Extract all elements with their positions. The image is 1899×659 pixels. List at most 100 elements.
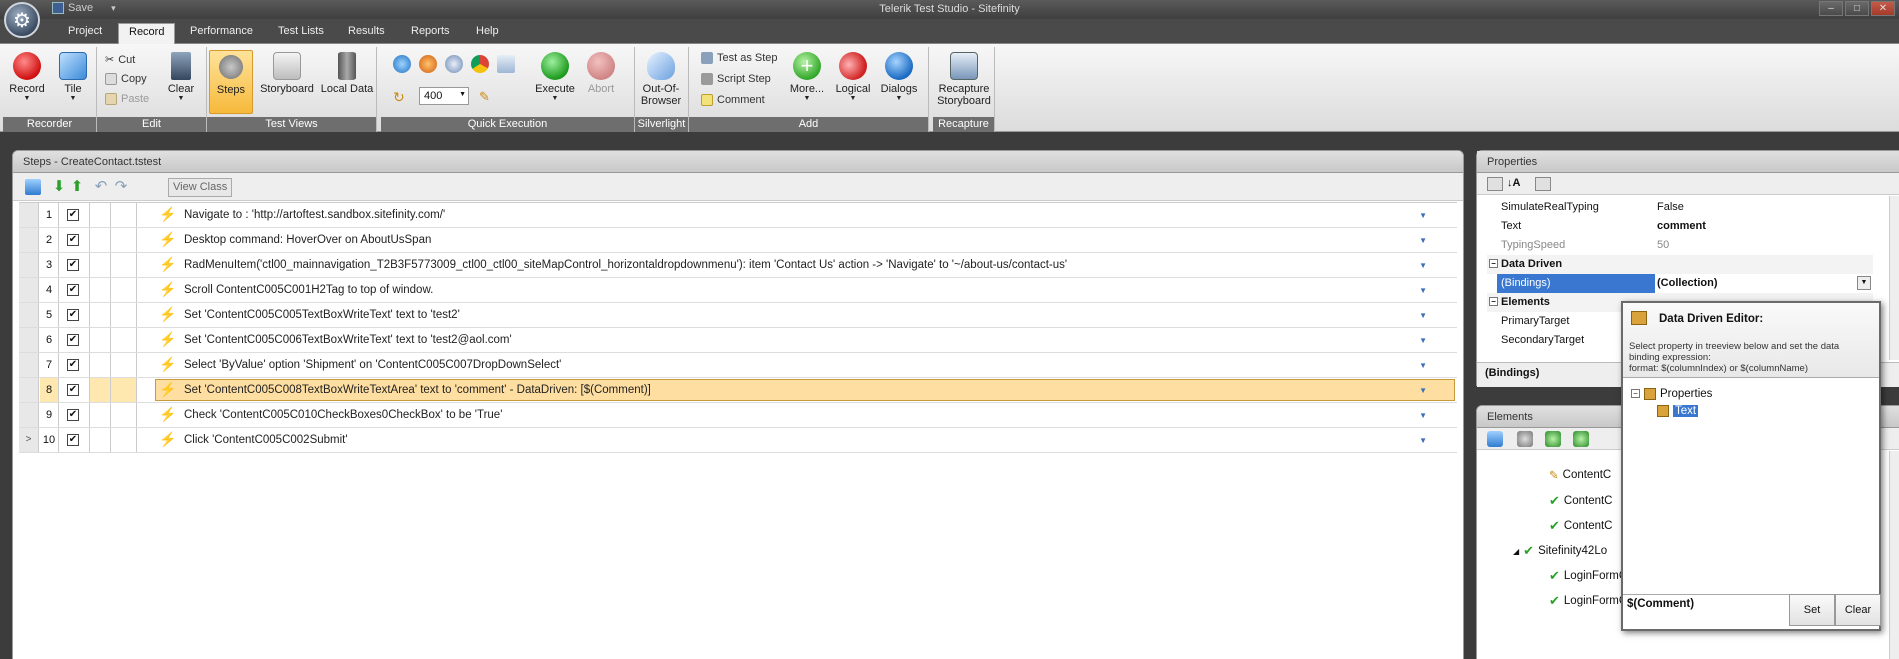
set-button[interactable]: Set — [1789, 594, 1835, 626]
step-enabled-checkbox[interactable]: ✔ — [67, 384, 79, 396]
out-of-browser-button[interactable]: Out-Of- Browser — [639, 50, 683, 107]
dialogs-button[interactable]: Dialogs ▼ — [877, 50, 921, 102]
step-row-selected[interactable]: 8 ✔ ⚡ Set 'ContentC005C008TextBoxWriteTe… — [19, 378, 1457, 403]
firefox-browser-button[interactable] — [419, 55, 437, 73]
collapse-icon[interactable]: − — [1489, 297, 1498, 306]
property-value[interactable]: (Collection) — [1657, 277, 1718, 289]
row-selector[interactable] — [19, 278, 39, 302]
chevron-down-icon[interactable]: ▼ — [1419, 411, 1427, 420]
property-pages-icon[interactable] — [1535, 177, 1551, 191]
row-selector[interactable] — [19, 253, 39, 277]
abort-button[interactable]: Abort — [579, 50, 623, 95]
move-up-icon[interactable]: ⬆ — [69, 179, 85, 195]
row-selector[interactable] — [19, 303, 39, 327]
speed-input[interactable]: 400 ▼ — [419, 87, 469, 105]
element-group[interactable]: ◢ ✔ Sitefinity42Lo — [1513, 543, 1607, 559]
step-enabled-checkbox[interactable]: ✔ — [67, 309, 79, 321]
row-selector[interactable] — [19, 403, 39, 427]
close-button[interactable]: ✕ — [1871, 1, 1895, 16]
comment-button[interactable]: Comment — [701, 94, 765, 106]
tab-project[interactable]: Project — [68, 25, 102, 37]
chevron-down-icon[interactable]: ▼ — [459, 91, 466, 98]
recapture-storyboard-button[interactable]: Recapture Storyboard — [935, 50, 993, 107]
step-row[interactable]: 9 ✔ ⚡ Check 'ContentC005C010CheckBoxes0C… — [19, 403, 1457, 428]
chrome-browser-button[interactable] — [471, 55, 489, 73]
step-row[interactable]: 4 ✔ ⚡ Scroll ContentC005C001H2Tag to top… — [19, 278, 1457, 303]
storyboard-button[interactable]: Storyboard — [259, 50, 315, 95]
binding-expression-input[interactable]: $(Comment) — [1623, 594, 1789, 626]
more-button[interactable]: + More... ▼ — [785, 50, 829, 102]
steps-view-button[interactable]: Steps — [209, 50, 253, 114]
step-row[interactable]: 5 ✔ ⚡ Set 'ContentC005C005TextBoxWriteTe… — [19, 303, 1457, 328]
sort-alpha-icon[interactable]: ↓A — [1507, 177, 1523, 191]
step-enabled-checkbox[interactable]: ✔ — [67, 334, 79, 346]
property-value[interactable]: comment — [1657, 220, 1706, 232]
properties-scrollbar[interactable] — [1889, 196, 1899, 360]
refresh-icon[interactable] — [1545, 431, 1561, 447]
bindings-row[interactable]: (Bindings) (Collection) ▼ — [1487, 274, 1873, 293]
copy-button[interactable]: Copy — [105, 73, 147, 85]
chevron-down-icon[interactable]: ▼ — [1419, 261, 1427, 270]
step-enabled-checkbox[interactable]: ✔ — [67, 209, 79, 221]
property-value[interactable]: 50 — [1657, 239, 1669, 251]
clear-binding-button[interactable]: Clear — [1835, 594, 1881, 626]
open-folder-icon[interactable] — [25, 179, 41, 195]
step-enabled-checkbox[interactable]: ✔ — [67, 234, 79, 246]
chevron-down-icon[interactable]: ▼ — [1419, 336, 1427, 345]
refresh-all-icon[interactable] — [1573, 431, 1589, 447]
row-selector[interactable] — [19, 353, 39, 377]
collapse-icon[interactable]: − — [1489, 259, 1498, 268]
maximize-button[interactable]: □ — [1845, 1, 1869, 16]
step-enabled-checkbox[interactable]: ✔ — [67, 259, 79, 271]
step-row[interactable]: 3 ✔ ⚡ RadMenuItem('ctl00_mainnavigation_… — [19, 253, 1457, 278]
safari-browser-button[interactable] — [445, 55, 463, 73]
tab-performance[interactable]: Performance — [190, 25, 253, 37]
elements-scrollbar[interactable] — [1889, 451, 1899, 659]
ie-browser-button[interactable] — [393, 55, 411, 73]
highlight-element-icon[interactable] — [1487, 431, 1503, 447]
collapse-icon[interactable]: − — [1631, 389, 1640, 398]
tree-node-properties[interactable]: − Properties — [1631, 385, 1712, 402]
expand-triangle-icon[interactable]: ◢ — [1513, 547, 1519, 556]
row-selector[interactable] — [19, 378, 39, 402]
tab-reports[interactable]: Reports — [411, 25, 450, 37]
chevron-down-icon[interactable]: ▼ — [1419, 236, 1427, 245]
element-item[interactable]: ✎ ContentC — [1549, 468, 1611, 482]
chevron-down-icon[interactable]: ▼ — [1419, 386, 1427, 395]
test-as-step-button[interactable]: Test as Step — [701, 52, 778, 64]
view-class-button[interactable]: View Class — [168, 178, 233, 197]
property-row[interactable]: Text comment — [1487, 217, 1873, 236]
logical-button[interactable]: Logical ▼ — [831, 50, 875, 102]
tab-test-lists[interactable]: Test Lists — [278, 25, 324, 37]
cut-button[interactable]: ✂ Cut — [105, 53, 135, 67]
highlight-icon[interactable]: ✎ — [479, 89, 490, 105]
tile-button[interactable]: Tile ▼ — [51, 50, 95, 102]
chevron-down-icon[interactable]: ▼ — [1419, 286, 1427, 295]
chevron-down-icon[interactable]: ▼ — [1419, 436, 1427, 445]
dropdown-button[interactable]: ▼ — [1857, 276, 1871, 290]
tab-help[interactable]: Help — [476, 25, 499, 37]
tab-record[interactable]: Record — [118, 23, 176, 45]
tree-node-text[interactable]: Text — [1657, 402, 1712, 419]
row-selector[interactable] — [19, 228, 39, 252]
element-item[interactable]: ✔ ContentC — [1549, 518, 1613, 534]
step-row[interactable]: 7 ✔ ⚡ Select 'ByValue' option 'Shipment'… — [19, 353, 1457, 378]
minimize-button[interactable]: – — [1819, 1, 1843, 16]
execute-button[interactable]: Execute ▼ — [533, 50, 577, 102]
local-data-button[interactable]: Local Data — [319, 50, 375, 95]
chevron-down-icon[interactable]: ▼ — [1419, 361, 1427, 370]
settings-icon[interactable] — [1517, 431, 1533, 447]
script-step-button[interactable]: Script Step — [701, 73, 771, 85]
record-button[interactable]: Record ▼ — [5, 50, 49, 102]
chevron-down-icon[interactable]: ▼ — [1419, 311, 1427, 320]
undo-icon[interactable]: ↶ — [93, 179, 109, 195]
step-enabled-checkbox[interactable]: ✔ — [67, 359, 79, 371]
step-enabled-checkbox[interactable]: ✔ — [67, 284, 79, 296]
application-menu-button[interactable]: ⚙ — [4, 2, 40, 38]
property-value[interactable]: False — [1657, 201, 1684, 213]
chevron-down-icon[interactable]: ▼ — [1419, 211, 1427, 220]
step-row[interactable]: > 10 ✔ ⚡ Click 'ContentC005C002Submit' ▼ — [19, 428, 1457, 453]
categorized-icon[interactable] — [1487, 177, 1503, 191]
row-selector[interactable] — [19, 328, 39, 352]
element-item[interactable]: ✔ ContentC — [1549, 493, 1613, 509]
